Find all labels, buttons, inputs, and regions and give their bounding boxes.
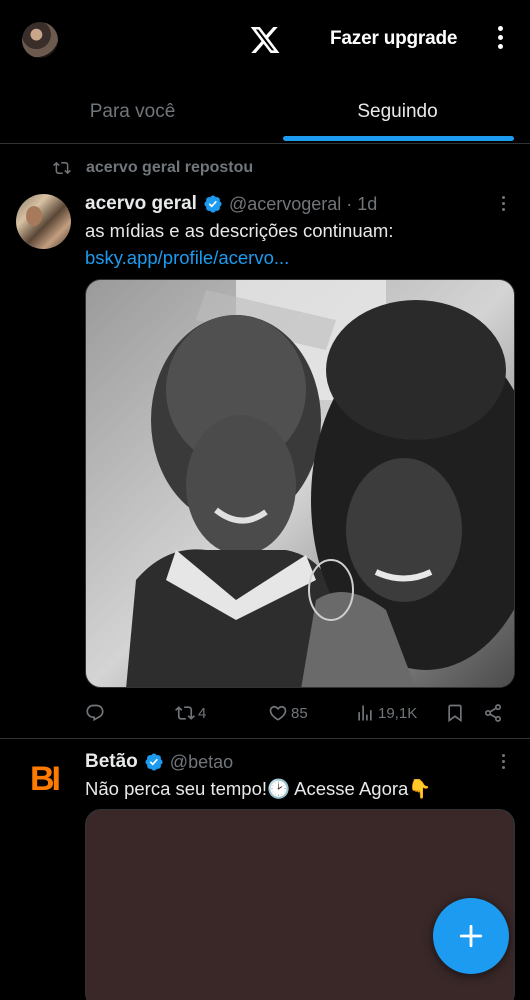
repost-icon [53, 161, 71, 175]
like-button[interactable]: 85 [268, 700, 308, 726]
timeline-tabs: Para você Seguindo [0, 82, 530, 144]
author-handle[interactable]: @acervogeral [229, 194, 341, 215]
compose-button[interactable] [433, 898, 509, 974]
views-icon [358, 705, 372, 721]
author-name[interactable]: Betão [85, 751, 138, 773]
post-header: acervo geral @acervogeral · 1d [85, 192, 377, 216]
author-avatar[interactable]: BI [20, 760, 68, 798]
post-image[interactable] [85, 279, 515, 688]
separator-dot: · [346, 193, 353, 214]
reply-icon [86, 704, 104, 722]
profile-avatar[interactable] [22, 22, 58, 58]
author-name[interactable]: acervo geral [85, 193, 197, 215]
author-handle[interactable]: @betao [170, 752, 233, 773]
post-divider [0, 738, 530, 739]
active-tab-indicator [283, 136, 514, 141]
heart-icon [269, 705, 287, 721]
like-count: 85 [291, 704, 308, 722]
repost-icon [175, 706, 195, 720]
verified-badge-icon [204, 195, 222, 213]
repost-button[interactable]: 4 [175, 700, 206, 726]
verified-badge-icon [145, 753, 163, 771]
post-text: as mídias e as descrições continuam: [85, 220, 394, 241]
views-count: 19,1K [378, 704, 418, 722]
x-logo-icon[interactable] [249, 24, 281, 56]
post-link[interactable]: bsky.app/profile/acervo... [85, 247, 289, 269]
bookmark-icon [448, 704, 462, 723]
top-bar: Fazer upgrade [0, 0, 530, 82]
bookmark-button[interactable] [445, 700, 465, 726]
share-icon [485, 704, 501, 722]
reply-button[interactable] [85, 700, 108, 726]
author-avatar[interactable] [16, 194, 71, 249]
post-header: Betão @betao [85, 750, 233, 774]
upgrade-button[interactable]: Fazer upgrade [330, 28, 457, 50]
tab-for-you[interactable]: Para você [0, 82, 265, 144]
share-button[interactable] [483, 700, 503, 726]
more-options-icon[interactable] [494, 26, 506, 56]
repost-context[interactable]: acervo geral repostou [52, 158, 253, 178]
post-actions: 4 85 19,1K [85, 700, 515, 726]
post-time[interactable]: 1d [357, 194, 377, 215]
plus-icon [459, 924, 483, 948]
post-more-icon[interactable] [496, 196, 510, 216]
post-text: Não perca seu tempo!🕑 Acesse Agora👇 [85, 778, 432, 799]
tab-following[interactable]: Seguindo [265, 82, 530, 144]
repost-label: acervo geral repostou [86, 159, 254, 176]
views-button[interactable]: 19,1K [355, 700, 417, 726]
repost-count: 4 [198, 704, 207, 722]
photo-illustration [86, 280, 514, 687]
post-more-icon[interactable] [496, 754, 510, 774]
